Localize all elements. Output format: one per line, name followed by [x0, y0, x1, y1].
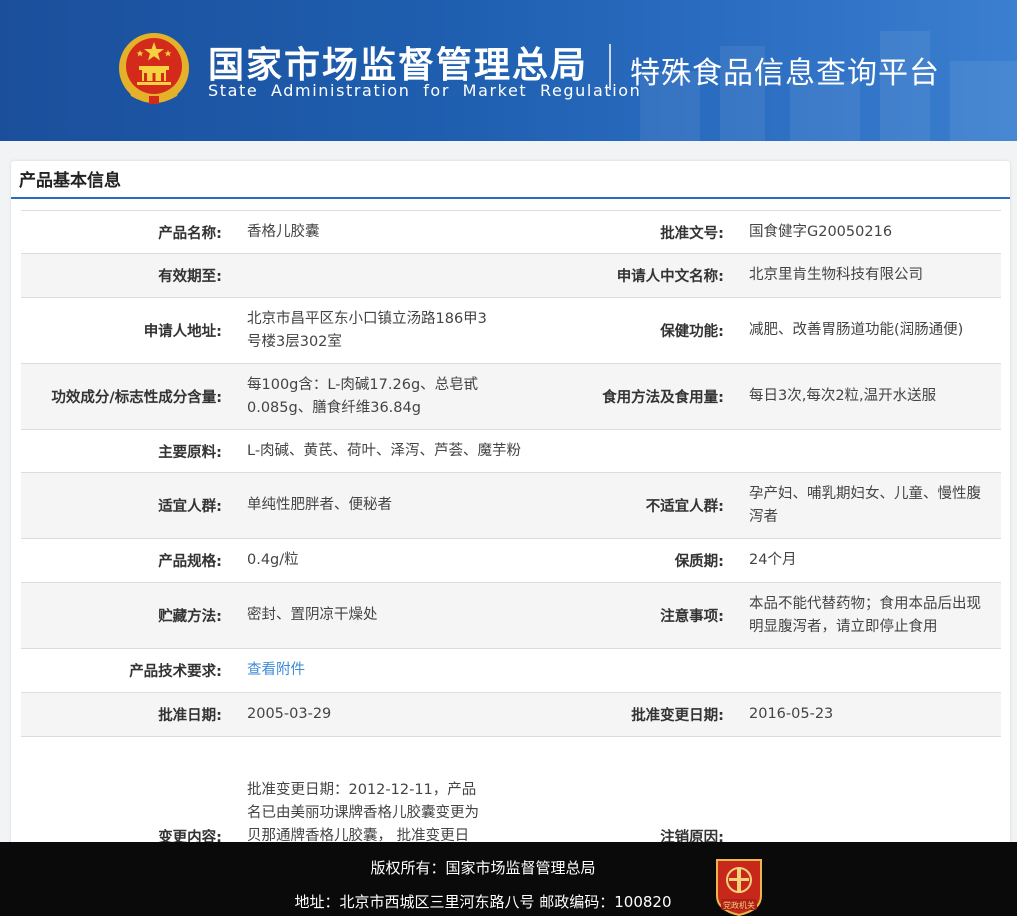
shelf-life-value: 24个月 [749, 552, 797, 568]
approval-date-value: 2005-03-29 [247, 706, 332, 722]
table-row: 功效成分/标志性成分含量: 每100g含：L-肉碱17.26g、总皂甙0.085… [21, 363, 1001, 430]
table-row: 批准日期: 2005-03-29 批准变更日期: 2016-05-23 [21, 692, 1001, 737]
product-info-table: 产品名称: 香格儿胶囊 批准文号: 国食健字G20050216 有效期至: 申请… [21, 210, 1001, 916]
platform-title: 特殊食品信息查询平台 [630, 56, 940, 91]
card-title: 产品基本信息 [11, 161, 1010, 199]
site-header: 国家市场监督管理总局 State Administration for Mark… [0, 0, 1017, 141]
field-label: 批准变更日期: [631, 708, 724, 724]
applicant-name-value: 北京里肯生物科技有限公司 [749, 267, 923, 283]
valid-until-value [236, 254, 500, 298]
field-label: 产品名称: [158, 225, 222, 242]
badge-text: 党政机关 [723, 900, 755, 910]
table-row: 适宜人群: 单纯性肥胖者、便秘者 不适宜人群: 孕产妇、哺乳期妇女、儿童、慢性腹… [21, 472, 1001, 539]
field-label: 不适宜人群: [645, 499, 724, 515]
field-label: 有效期至: [158, 269, 222, 285]
table-row: 产品规格: 0.4g/粒 保质期: 24个月 [21, 538, 1001, 583]
party-government-badge-icon[interactable]: 党政机关 [713, 856, 765, 916]
national-emblem-icon [119, 33, 189, 104]
header-divider [609, 44, 611, 90]
field-label: 功效成分/标志性成分含量: [51, 390, 222, 406]
product-name-value: 香格儿胶囊 [247, 223, 320, 240]
copyright-text: 版权所有：国家市场监督管理总局 [370, 859, 596, 877]
field-label: 主要原料: [158, 444, 222, 461]
table-row: 主要原料: L-肉碱、黄芪、荷叶、泽泻、芦荟、魔芋粉 [21, 429, 1001, 473]
spec-value: 0.4g/粒 [247, 552, 299, 568]
main-materials-value: L-肉碱、黄芪、荷叶、泽泻、芦荟、魔芋粉 [247, 442, 522, 459]
usage-value: 每日3次,每次2粒,温开水送服 [749, 388, 937, 404]
field-label: 批准日期: [158, 708, 222, 724]
field-label: 产品规格: [158, 554, 222, 570]
address-text: 地址：北京市西城区三里河东路八号 邮政编码：100820 [294, 893, 672, 911]
table-row: 产品名称: 香格儿胶囊 批准文号: 国食健字G20050216 [21, 210, 1001, 254]
site-footer: 版权所有：国家市场监督管理总局 地址：北京市西城区三里河东路八号 邮政编码：10… [0, 842, 1017, 916]
field-label: 批准文号: [660, 225, 724, 242]
tech-requirements-cell: 查看附件 [236, 649, 1001, 693]
table-row: 有效期至: 申请人中文名称: 北京里肯生物科技有限公司 [21, 253, 1001, 298]
field-label: 注意事项: [660, 609, 724, 625]
field-label: 申请人地址: [143, 324, 222, 340]
notes-value: 本品不能代替药物；食用本品后出现明显腹泻者，请立即停止食用 [749, 595, 981, 635]
table-row: 产品技术要求: 查看附件 [21, 648, 1001, 693]
change-date-value: 2016-05-23 [749, 706, 834, 722]
health-function-value: 减肥、改善胃肠道功能(润肠通便) [749, 322, 964, 338]
table-row: 贮藏方法: 密封、置阴凉干燥处 注意事项: 本品不能代替药物；食用本品后出现明显… [21, 582, 1001, 649]
ingredients-content-value: 每100g含：L-肉碱17.26g、总皂甙0.085g、膳食纤维36.84g [247, 376, 479, 416]
approval-number-value: 国食健字G20050216 [749, 223, 893, 240]
view-attachment-link[interactable]: 查看附件 [247, 662, 305, 678]
suitable-group-value: 单纯性肥胖者、便秘者 [247, 497, 392, 513]
field-label: 贮藏方法: [158, 609, 222, 625]
field-label: 产品技术要求: [129, 664, 222, 680]
storage-value: 密封、置阴凉干燥处 [247, 607, 378, 623]
field-label: 食用方法及食用量: [602, 390, 724, 406]
table-row: 申请人地址: 北京市昌平区东小口镇立汤路186甲3号楼3层302室 保健功能: … [21, 297, 1001, 364]
field-label: 适宜人群: [158, 499, 222, 515]
unsuitable-group-value: 孕产妇、哺乳期妇女、儿童、慢性腹泻者 [749, 485, 981, 525]
agency-title-en: State Administration for Market Regulati… [208, 81, 642, 100]
product-info-card: 产品基本信息 产品名称: 香格儿胶囊 批准文号: 国食健字G20050216 有… [11, 161, 1010, 916]
applicant-address-value: 北京市昌平区东小口镇立汤路186甲3号楼3层302室 [247, 310, 487, 350]
field-label: 保质期: [674, 554, 724, 570]
field-label: 保健功能: [660, 324, 724, 340]
field-label: 申请人中文名称: [616, 269, 724, 285]
